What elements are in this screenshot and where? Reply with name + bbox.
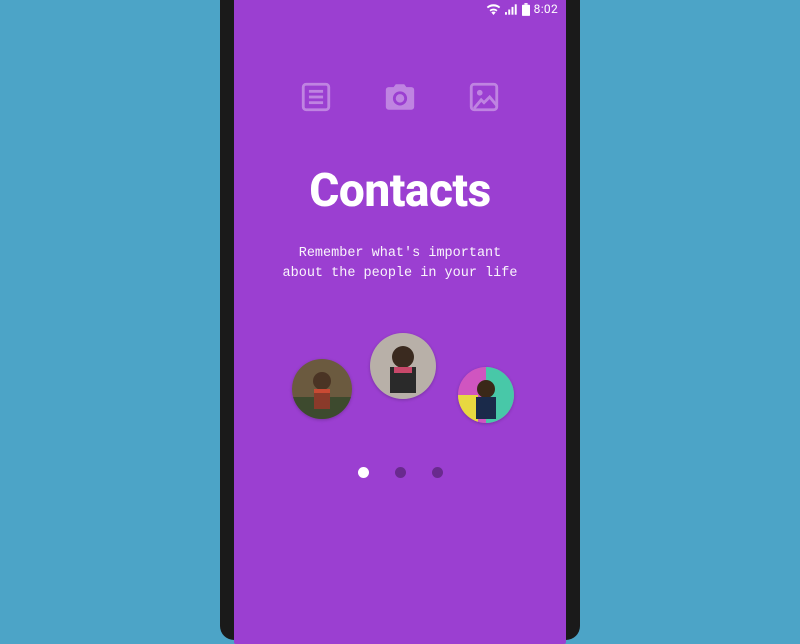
- wifi-icon: [486, 4, 501, 15]
- signal-icon: [505, 4, 518, 15]
- camera-icon: [383, 80, 417, 114]
- subtitle-line-1: Remember what's important: [299, 246, 502, 261]
- status-bar: 8:02: [234, 0, 566, 20]
- phone-frame: 8:02 Contacts Remember what's important …: [220, 0, 580, 640]
- pagination-dots: [358, 467, 443, 478]
- icon-row: [299, 80, 501, 114]
- pagination-dot-1[interactable]: [358, 467, 369, 478]
- avatar: [370, 333, 436, 399]
- avatar-cluster: [270, 313, 530, 443]
- onboarding-subtitle: Remember what's important about the peop…: [283, 244, 518, 283]
- pagination-dot-3[interactable]: [432, 467, 443, 478]
- phone-screen: 8:02 Contacts Remember what's important …: [234, 0, 566, 644]
- onboarding-content[interactable]: Contacts Remember what's important about…: [234, 20, 566, 644]
- battery-icon: [522, 3, 530, 16]
- list-icon: [299, 80, 333, 114]
- image-icon: [467, 80, 501, 114]
- pagination-dot-2[interactable]: [395, 467, 406, 478]
- avatar: [292, 359, 352, 419]
- status-clock: 8:02: [534, 2, 558, 16]
- subtitle-line-2: about the people in your life: [283, 266, 518, 281]
- onboarding-title: Contacts: [309, 164, 490, 218]
- avatar: [458, 367, 514, 423]
